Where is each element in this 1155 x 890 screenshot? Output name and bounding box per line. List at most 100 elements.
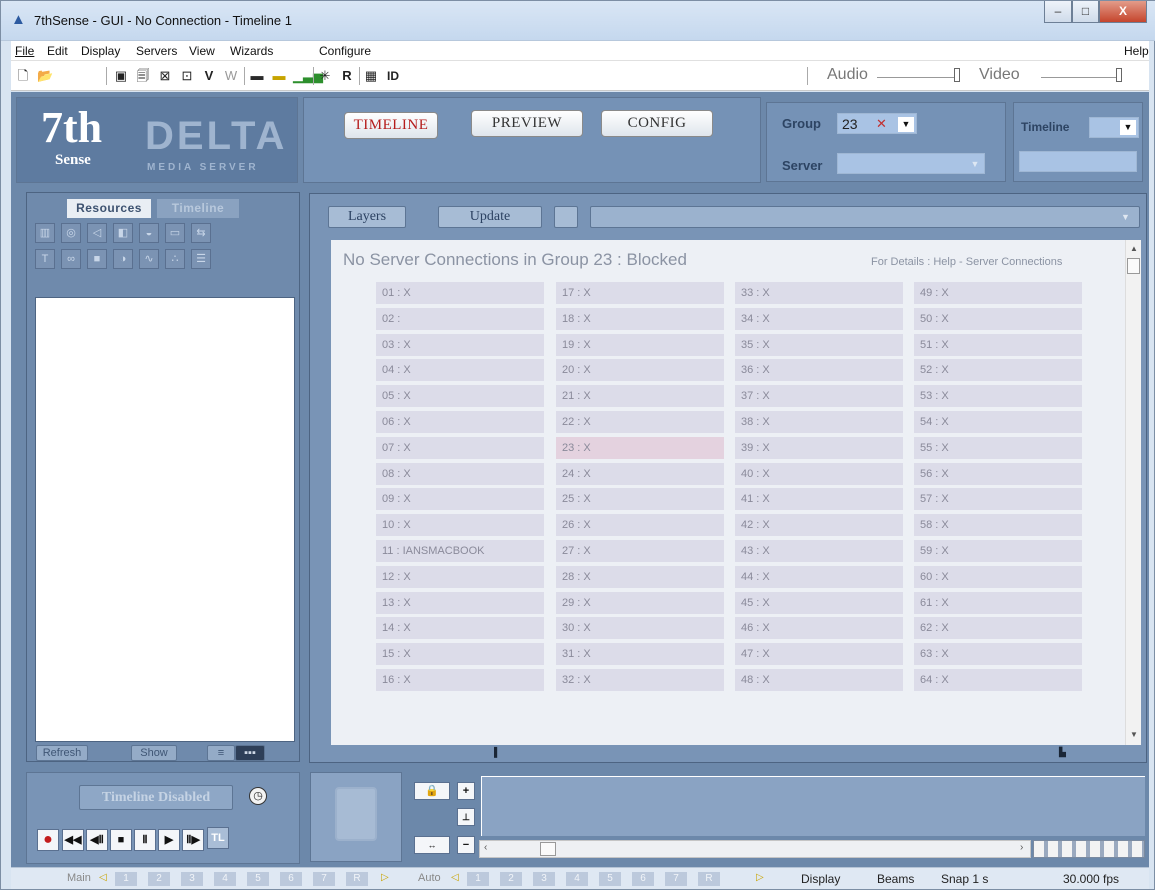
- server-cell[interactable]: 57 : X: [914, 488, 1082, 511]
- status-number-button[interactable]: 7: [313, 872, 335, 886]
- grid-view-icon[interactable]: ▪▪▪: [235, 745, 265, 761]
- color-swatch[interactable]: [554, 206, 578, 228]
- server-cell[interactable]: 59 : X: [914, 540, 1082, 562]
- properties-icon[interactable]: 🗐: [135, 68, 151, 84]
- status-number-button[interactable]: 2: [500, 872, 522, 886]
- zoom-in-button[interactable]: +: [457, 782, 475, 800]
- scroll-up-icon[interactable]: ▲: [1130, 244, 1138, 253]
- server-cell[interactable]: 02 :: [376, 307, 544, 330]
- server-cell[interactable]: 54 : X: [914, 411, 1082, 433]
- server-cell[interactable]: 01 : X: [376, 282, 544, 304]
- v-button[interactable]: V: [201, 68, 217, 84]
- server-cell[interactable]: 15 : X: [376, 643, 544, 666]
- server-cell[interactable]: 38 : X: [735, 411, 903, 433]
- timeline-track[interactable]: [481, 776, 1145, 836]
- film-icon[interactable]: ▥: [35, 223, 55, 243]
- server-cell[interactable]: 63 : X: [914, 643, 1082, 666]
- tab-timeline[interactable]: TIMELINE: [344, 112, 438, 139]
- swap-icon[interactable]: ⇆: [191, 223, 211, 243]
- status-number-button[interactable]: 2: [148, 872, 170, 886]
- timeline-name-field[interactable]: [1019, 151, 1137, 172]
- layers-button[interactable]: Layers: [328, 206, 406, 228]
- color-bars-icon[interactable]: ▬: [271, 68, 287, 84]
- frame-icon[interactable]: ▭: [165, 223, 185, 243]
- server-cell[interactable]: 44 : X: [735, 565, 903, 588]
- server-cell[interactable]: 16 : X: [376, 669, 544, 691]
- auto-prev-icon[interactable]: ◁: [451, 872, 459, 883]
- server-cell[interactable]: 20 : X: [556, 359, 724, 382]
- server-cell[interactable]: 33 : X: [735, 282, 903, 304]
- server-cell[interactable]: 11 : IANSMACBOOK: [376, 540, 544, 562]
- menu-file[interactable]: File: [15, 44, 34, 58]
- server-cell[interactable]: 25 : X: [556, 488, 724, 511]
- zoom-fit-icon[interactable]: ⊥: [457, 808, 475, 826]
- status-number-button[interactable]: 4: [214, 872, 236, 886]
- layer-select[interactable]: ▼: [590, 206, 1140, 228]
- server-cell[interactable]: 35 : X: [735, 333, 903, 356]
- zoom-range-button[interactable]: ↔: [414, 836, 450, 854]
- tl-toggle-button[interactable]: TL: [207, 827, 229, 849]
- server-cell[interactable]: 19 : X: [556, 333, 724, 356]
- menu-configure[interactable]: Configure: [319, 44, 371, 58]
- auto-next-icon[interactable]: ▷: [756, 872, 764, 883]
- server-cell[interactable]: 26 : X: [556, 514, 724, 537]
- stop-button[interactable]: ■: [110, 829, 132, 851]
- display-button[interactable]: Display: [801, 872, 840, 886]
- status-number-button[interactable]: 7: [665, 872, 687, 886]
- chevron-down-icon[interactable]: ▼: [898, 117, 914, 132]
- chevron-down-icon[interactable]: ▼: [1120, 120, 1136, 135]
- menu-servers[interactable]: Servers: [136, 44, 177, 58]
- server-cell[interactable]: 55 : X: [914, 436, 1082, 459]
- save-icon[interactable]: ▣: [113, 68, 129, 84]
- server-cell[interactable]: 58 : X: [914, 514, 1082, 537]
- minimize-button[interactable]: –: [1044, 1, 1072, 23]
- speaker-icon[interactable]: ◁: [87, 223, 107, 243]
- status-number-button[interactable]: 3: [533, 872, 555, 886]
- server-cell[interactable]: 49 : X: [914, 282, 1082, 304]
- dots-icon[interactable]: ∴: [165, 249, 185, 269]
- h-scroll-thumb[interactable]: [540, 842, 556, 856]
- group-select[interactable]: 23 ✕ ▼: [837, 113, 917, 134]
- tab-preview[interactable]: PREVIEW: [471, 110, 583, 137]
- server-cell[interactable]: 47 : X: [735, 643, 903, 666]
- server-cell[interactable]: 41 : X: [735, 488, 903, 511]
- vertical-scrollbar[interactable]: ▲ ▼: [1125, 240, 1141, 745]
- server-cell[interactable]: 52 : X: [914, 359, 1082, 382]
- status-number-button[interactable]: R: [698, 872, 720, 886]
- menu-edit[interactable]: Edit: [47, 44, 68, 58]
- scroll-right-icon[interactable]: ›: [1020, 842, 1023, 853]
- server-cell[interactable]: 23 : X: [556, 436, 724, 459]
- trash-icon[interactable]: [335, 787, 377, 841]
- w-button[interactable]: W: [223, 68, 239, 84]
- server-cell[interactable]: 56 : X: [914, 462, 1082, 485]
- server-cell[interactable]: 17 : X: [556, 282, 724, 304]
- step-back-button[interactable]: ◀Ⅱ: [86, 829, 108, 851]
- server-cell[interactable]: 40 : X: [735, 462, 903, 485]
- status-number-button[interactable]: 5: [599, 872, 621, 886]
- server-cell[interactable]: 50 : X: [914, 307, 1082, 330]
- server-cell[interactable]: 22 : X: [556, 411, 724, 433]
- bars-icon[interactable]: ▬: [249, 68, 265, 84]
- refresh-button[interactable]: Refresh: [36, 745, 88, 761]
- server-cell[interactable]: 29 : X: [556, 591, 724, 614]
- server-cell[interactable]: 32 : X: [556, 669, 724, 691]
- status-number-button[interactable]: 3: [181, 872, 203, 886]
- server-cell[interactable]: 34 : X: [735, 307, 903, 330]
- server-cell[interactable]: 05 : X: [376, 385, 544, 408]
- audio-slider-track[interactable]: [877, 77, 957, 78]
- gradient-icon[interactable]: ◧: [113, 223, 133, 243]
- server-cell[interactable]: 03 : X: [376, 333, 544, 356]
- text-icon[interactable]: T: [35, 249, 55, 269]
- server-cell[interactable]: 04 : X: [376, 359, 544, 382]
- status-number-button[interactable]: 6: [632, 872, 654, 886]
- server-cell[interactable]: 45 : X: [735, 591, 903, 614]
- server-cell[interactable]: 64 : X: [914, 669, 1082, 691]
- status-number-button[interactable]: 4: [566, 872, 588, 886]
- status-number-button[interactable]: 6: [280, 872, 302, 886]
- list-view-icon[interactable]: ≡: [207, 745, 235, 761]
- new-file-icon[interactable]: 🗋: [15, 68, 31, 84]
- horizontal-scrollbar[interactable]: ‹ ›: [479, 840, 1031, 858]
- menu-view[interactable]: View: [189, 44, 215, 58]
- server-cell[interactable]: 46 : X: [735, 617, 903, 640]
- tab-config[interactable]: CONFIG: [601, 110, 713, 137]
